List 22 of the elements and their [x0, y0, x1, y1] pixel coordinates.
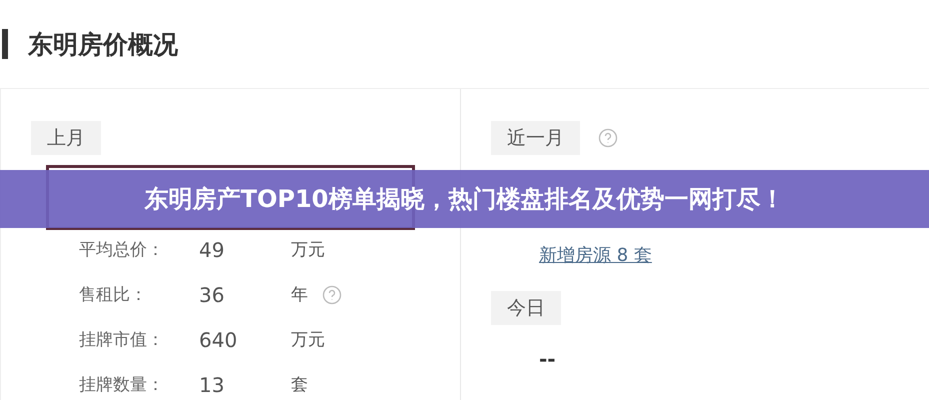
stat-value: 36 — [199, 282, 226, 306]
help-icon[interactable] — [322, 284, 342, 304]
help-icon[interactable] — [598, 128, 618, 148]
stat-value: 640 — [199, 328, 238, 352]
period-tag: 今日 — [491, 291, 561, 325]
stat-unit: 万元 — [291, 239, 325, 261]
section-title: 东明房价概况 — [28, 28, 178, 60]
headline-text: 东明房产TOP10榜单揭晓，热门楼盘排名及优势一网打尽！ — [144, 184, 784, 215]
period-tag: 近一月 — [491, 121, 580, 155]
stat-value: 13 — [199, 372, 226, 396]
new-listings-link[interactable]: 新增房源 8 套 — [539, 243, 652, 267]
stat-label: 挂牌数量： — [79, 374, 165, 396]
stat-unit: 年 — [291, 284, 308, 306]
stat-label: 挂牌市值： — [79, 329, 165, 351]
stat-unit: 套 — [291, 374, 308, 396]
stat-label: 售租比： — [79, 284, 148, 306]
title-accent-bar — [2, 29, 8, 59]
today-value: -- — [539, 347, 556, 371]
stat-value: 49 — [199, 238, 226, 262]
stat-label: 平均总价： — [79, 239, 165, 261]
stat-unit: 万元 — [291, 329, 325, 351]
period-tag: 上月 — [31, 121, 101, 155]
